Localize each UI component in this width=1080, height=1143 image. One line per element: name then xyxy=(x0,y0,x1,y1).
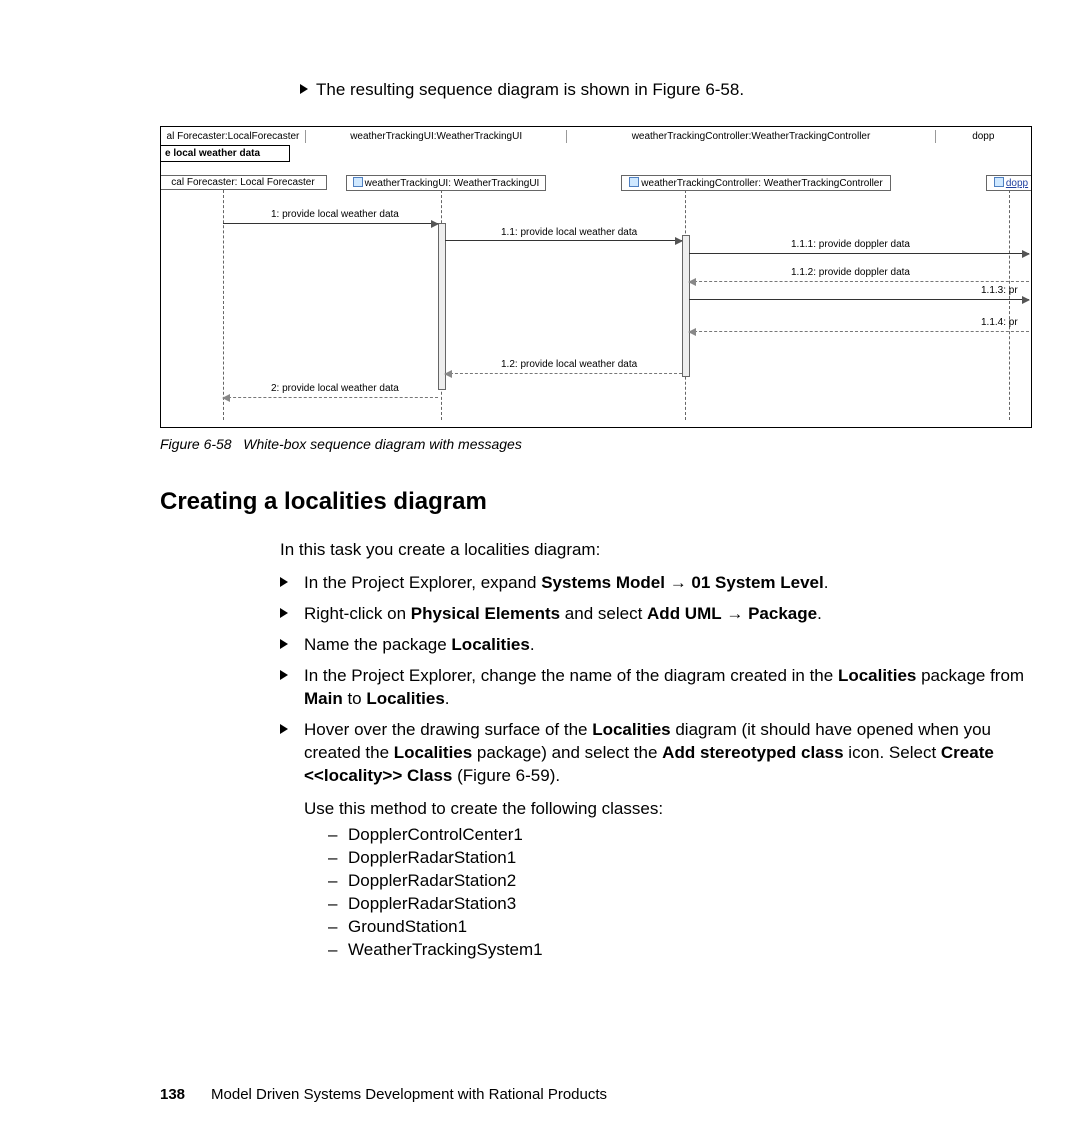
msg-1-2 xyxy=(445,373,682,374)
msg-1-1-3-label: 1.1.3: pr xyxy=(981,285,1018,296)
msg-1-label: 1: provide local weather data xyxy=(271,209,399,220)
figure-subheader: e local weather data xyxy=(160,145,290,162)
step-3: Name the package Localities. xyxy=(280,634,1030,657)
header-cell-2: weatherTrackingUI:WeatherTrackingUI xyxy=(306,130,567,143)
arrow-right-icon xyxy=(675,237,683,245)
body-text: In this task you create a localities dia… xyxy=(280,540,1030,962)
lifeline-label-4: dopp xyxy=(986,175,1032,191)
step-2: Right-click on Physical Elements and sel… xyxy=(280,603,1030,626)
lifeline-icon xyxy=(629,177,639,187)
figure-header-row: al Forecaster:LocalForecaster weatherTra… xyxy=(161,127,1031,145)
msg-1-1-4-label: 1.1.4: pr xyxy=(981,317,1018,328)
footer-title: Model Driven Systems Development with Ra… xyxy=(211,1086,607,1103)
list-item: WeatherTrackingSystem1 xyxy=(328,939,1030,962)
msg-1-1-1-label: 1.1.1: provide doppler data xyxy=(791,239,910,250)
header-cell-4: dopp xyxy=(936,130,1031,143)
page-footer: 138 Model Driven Systems Development with… xyxy=(160,1086,607,1103)
intro-bullet: The resulting sequence diagram is shown … xyxy=(300,80,1030,100)
header-cell-3: weatherTrackingController:WeatherTrackin… xyxy=(567,130,935,143)
msg-1-1-4 xyxy=(689,331,1029,332)
figure-sequence-diagram: al Forecaster:LocalForecaster weatherTra… xyxy=(160,126,1032,428)
lifeline-1 xyxy=(223,190,224,420)
msg-2-label: 2: provide local weather data xyxy=(271,383,399,394)
list-item: DopplerRadarStation1 xyxy=(328,847,1030,870)
caption-label: Figure 6-58 xyxy=(160,436,232,452)
step-list: In the Project Explorer, expand Systems … xyxy=(280,572,1030,962)
msg-1-1-3 xyxy=(689,299,1029,300)
msg-1-2-label: 1.2: provide local weather data xyxy=(501,359,637,370)
arrow-left-icon xyxy=(688,278,696,286)
step-5: Hover over the drawing surface of the Lo… xyxy=(280,719,1030,962)
msg-1-1-1 xyxy=(689,253,1029,254)
msg-1-1-label: 1.1: provide local weather data xyxy=(501,227,637,238)
msg-2 xyxy=(223,397,438,398)
list-item: DopplerRadarStation3 xyxy=(328,893,1030,916)
arrow-left-icon xyxy=(688,328,696,336)
document-page: The resulting sequence diagram is shown … xyxy=(0,0,1080,1143)
lifeline-label-1: cal Forecaster: Local Forecaster xyxy=(160,175,327,190)
lifeline-label-3: weatherTrackingController: WeatherTracki… xyxy=(621,175,891,191)
step-1: In the Project Explorer, expand Systems … xyxy=(280,572,1030,595)
list-item: DopplerControlCenter1 xyxy=(328,824,1030,847)
list-item: GroundStation1 xyxy=(328,916,1030,939)
page-number: 138 xyxy=(160,1086,185,1103)
arrow-left-icon xyxy=(222,394,230,402)
arrow-right-icon xyxy=(431,220,439,228)
msg-1-1-2 xyxy=(689,281,1029,282)
lifeline-label-2: weatherTrackingUI: WeatherTrackingUI xyxy=(346,175,546,191)
figure-caption: Figure 6-58 White-box sequence diagram w… xyxy=(160,436,1030,452)
class-list: DopplerControlCenter1 DopplerRadarStatio… xyxy=(328,824,1030,962)
activation-bar-2 xyxy=(438,223,446,390)
arrow-left-icon xyxy=(444,370,452,378)
caption-text: White-box sequence diagram with messages xyxy=(243,436,522,452)
lifeline-4 xyxy=(1009,190,1010,420)
step-4: In the Project Explorer, change the name… xyxy=(280,665,1030,711)
msg-1 xyxy=(223,223,438,224)
header-cell-1: al Forecaster:LocalForecaster xyxy=(161,130,306,143)
msg-1-1-2-label: 1.1.2: provide doppler data xyxy=(791,267,910,278)
list-item: DopplerRadarStation2 xyxy=(328,870,1030,893)
arrow-right-icon xyxy=(1022,296,1030,304)
lifeline-icon xyxy=(994,177,1004,187)
lifeline-icon xyxy=(353,177,363,187)
msg-1-1 xyxy=(445,240,682,241)
task-intro: In this task you create a localities dia… xyxy=(280,540,1030,560)
section-heading: Creating a localities diagram xyxy=(160,488,1030,516)
step-5-sub-intro: Use this method to create the following … xyxy=(304,798,1030,821)
activation-bar-3 xyxy=(682,235,690,377)
arrow-right-icon xyxy=(1022,250,1030,258)
triangle-bullet-icon xyxy=(300,84,308,94)
intro-text: The resulting sequence diagram is shown … xyxy=(316,80,744,99)
